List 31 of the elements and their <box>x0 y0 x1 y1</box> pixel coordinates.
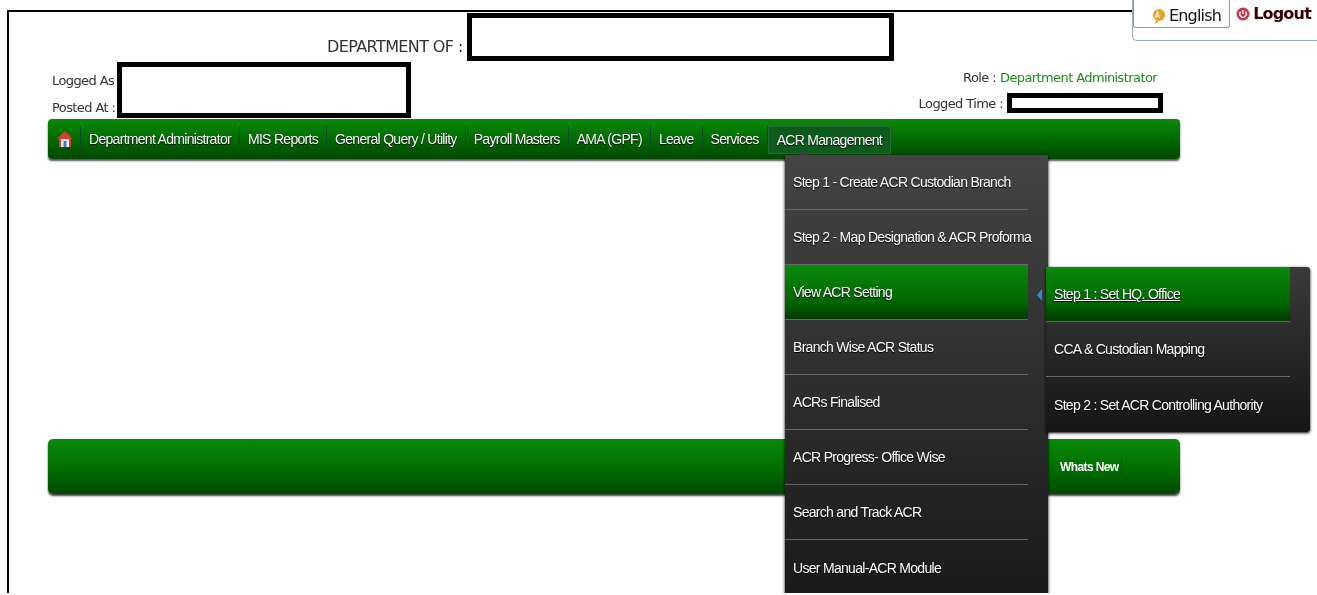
dropdown-item[interactable]: ACR Progress- Office Wise <box>785 430 1028 485</box>
pointer-icon <box>1037 289 1042 301</box>
dropdown-item[interactable]: User Manual-ACR Module <box>785 540 1028 593</box>
department-label: DEPARTMENT OF : <box>327 36 463 56</box>
logged-time-label: Logged Time : <box>918 95 1003 111</box>
dropdown-item[interactable]: Search and Track ACR <box>785 485 1028 540</box>
menu-item[interactable]: Payroll Masters <box>465 126 569 152</box>
language-icon <box>1151 7 1166 24</box>
logout-link[interactable]: Logout <box>1236 0 1311 25</box>
menu-item[interactable]: ACR Management <box>767 126 892 154</box>
menu-item[interactable]: MIS Reports <box>239 126 328 152</box>
role-label: Role : <box>963 70 996 85</box>
posted-at-label: Posted At : <box>52 100 116 115</box>
power-icon <box>1236 6 1251 21</box>
menu-item[interactable]: Services <box>702 126 768 152</box>
dropdown-item[interactable]: ACRs Finalised <box>785 375 1028 430</box>
menu-item[interactable]: AMA (GPF) <box>568 126 651 152</box>
role-value: Department Administrator <box>999 70 1157 85</box>
menu-item[interactable]: Leave <box>650 126 703 152</box>
whats-new-label[interactable]: Whats New <box>1060 459 1122 474</box>
home-icon[interactable] <box>56 130 74 148</box>
submenu-item[interactable]: Step 1 : Set HQ. Office <box>1046 267 1290 322</box>
dropdown-item[interactable]: Step 1 - Create ACR Custodian Branch <box>785 155 1028 210</box>
dropdown-item[interactable]: Branch Wise ACR Status <box>785 320 1028 375</box>
menu-item[interactable]: Department Administrator <box>81 126 240 152</box>
submenu-item[interactable]: Step 2 : Set ACR Controlling Authority <box>1046 377 1290 432</box>
language-link[interactable]: English <box>1132 0 1231 28</box>
dropdown-item[interactable]: View ACR Setting <box>785 265 1028 320</box>
submenu-item[interactable]: CCA & Custodian Mapping <box>1046 322 1290 377</box>
logged-as-label: Logged As <box>52 73 116 88</box>
menu-item[interactable]: General Query / Utility <box>327 126 466 152</box>
